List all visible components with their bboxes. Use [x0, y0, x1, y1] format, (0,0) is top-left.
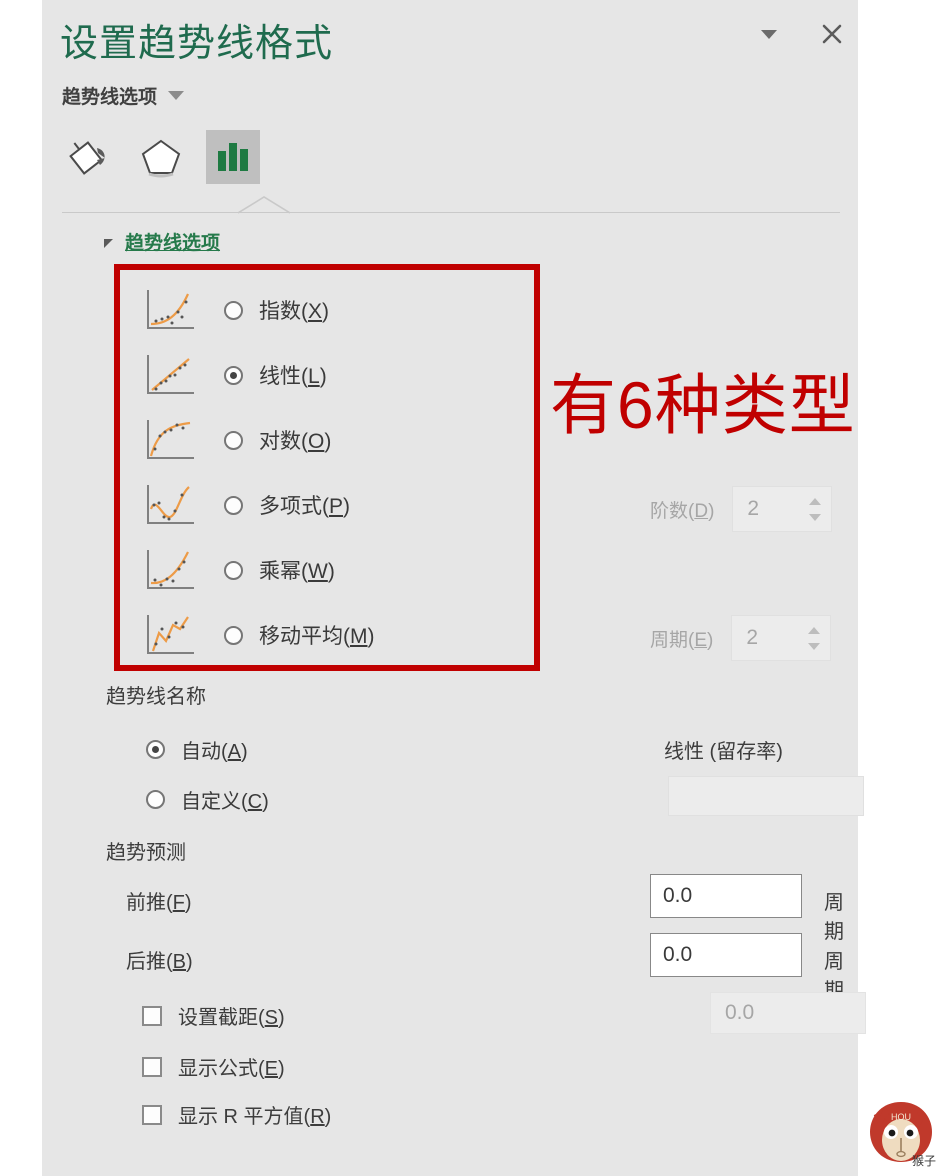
checkbox-row-display-equation[interactable]: 显示公式(E)	[142, 1052, 285, 1081]
label-display-r-squared: 显示 R 平方值(R)	[178, 1106, 332, 1128]
chevron-down-icon	[808, 642, 821, 650]
checkbox-set-intercept[interactable]	[142, 1005, 162, 1026]
period-label: 周期(E)	[650, 629, 714, 651]
trendline-name-auto-row[interactable]: 自动(A)	[146, 735, 248, 764]
chevron-up-icon	[809, 497, 822, 505]
order-value: 2	[747, 497, 760, 520]
label-moving-average: 移动平均(M)	[259, 625, 375, 648]
radio-name-auto[interactable]	[146, 740, 165, 759]
order-stepper: 2	[732, 486, 833, 532]
auto-name-value: 线性 (留存率)	[664, 741, 783, 763]
watermark-top-text: HOU	[891, 1112, 911, 1122]
monkey-watermark-icon: HOU 猴子	[870, 1102, 936, 1168]
pane-subtitle-label: 趋势线选项	[62, 87, 158, 108]
chevron-down-icon[interactable]	[758, 23, 780, 45]
custom-name-input	[668, 776, 864, 816]
chevron-down-icon	[168, 91, 185, 100]
power-curve-thumb	[147, 550, 194, 589]
radio-linear[interactable]	[224, 365, 243, 385]
trendline-options-section-header[interactable]: 趋势线选项	[104, 228, 220, 255]
trendline-type-exponential[interactable]: 指数(X)	[142, 282, 329, 338]
triangle-collapse-icon	[104, 239, 113, 248]
pane-icon-tabs	[62, 130, 260, 184]
label-exponential: 指数(X)	[259, 300, 330, 323]
trendline-name-group-label: 趋势线名称	[106, 686, 206, 708]
watermark-caption: 猴子	[912, 1154, 936, 1168]
trendline-name-custom-row[interactable]: 自定义(C)	[146, 785, 269, 814]
paint-bucket-icon	[69, 141, 105, 175]
radio-logarithmic[interactable]	[224, 430, 243, 450]
pane-title-buttons	[758, 22, 844, 46]
checkbox-display-r-squared[interactable]	[142, 1104, 162, 1125]
format-trendline-pane: 设置趋势线格式 趋势线选项 趋势线选项 有6种类型 指数(X) 线性(L) 对数…	[42, 0, 866, 1176]
trendline-type-logarithmic[interactable]: 对数(O)	[142, 412, 331, 468]
chevron-up-icon	[808, 626, 821, 634]
radio-exponential[interactable]	[224, 300, 243, 320]
trendline-options-dropdown[interactable]: 趋势线选项	[62, 82, 185, 109]
label-linear: 线性(L)	[259, 365, 327, 388]
label-polynomial: 多项式(P)	[259, 495, 351, 518]
forecast-backward-label: 后推(B)	[126, 951, 193, 973]
checkbox-row-set-intercept[interactable]: 设置截距(S)	[142, 1001, 285, 1030]
checkbox-display-equation[interactable]	[142, 1056, 162, 1077]
label-logarithmic: 对数(O)	[259, 430, 332, 453]
order-stepper-arrows	[809, 487, 822, 531]
selected-tab-notch	[238, 196, 290, 214]
polynomial-curve-thumb	[147, 485, 194, 524]
tab-fill-and-line[interactable]	[62, 130, 116, 184]
checkbox-row-display-r-squared[interactable]: 显示 R 平方值(R)	[142, 1100, 331, 1129]
label-name-custom: 自定义(C)	[181, 791, 269, 813]
close-icon[interactable]	[820, 22, 844, 46]
order-label: 阶数(D)	[650, 500, 715, 522]
logarithmic-curve-thumb	[147, 420, 194, 459]
pentagon-effects-icon	[141, 139, 181, 178]
label-display-equation: 显示公式(E)	[178, 1058, 285, 1080]
intercept-value: 0.0	[725, 1001, 755, 1024]
linear-line-thumb	[147, 355, 194, 394]
period-spinner-group: 周期(E) 2	[650, 615, 832, 661]
label-power: 乘幂(W)	[259, 560, 335, 583]
period-stepper: 2	[731, 615, 832, 661]
forecast-forward-label: 前推(F)	[126, 892, 192, 914]
forecast-forward-input[interactable]: 0.0	[650, 874, 802, 918]
radio-polynomial[interactable]	[224, 495, 243, 515]
tab-trendline-options[interactable]	[206, 130, 260, 184]
trendline-type-polynomial[interactable]: 多项式(P)	[142, 477, 350, 533]
period-stepper-arrows	[808, 616, 821, 660]
tab-effects[interactable]	[134, 130, 188, 184]
label-set-intercept: 设置截距(S)	[178, 1007, 285, 1029]
label-name-auto: 自动(A)	[181, 741, 248, 763]
forecast-backward-input[interactable]: 0.0	[650, 933, 802, 977]
radio-power[interactable]	[224, 560, 243, 580]
exponential-curve-thumb	[147, 290, 194, 329]
trendline-type-power[interactable]: 乘幂(W)	[142, 542, 335, 598]
forecast-backward-value: 0.0	[663, 943, 693, 966]
intercept-value-input: 0.0	[710, 992, 866, 1034]
forecast-group-label: 趋势预测	[106, 842, 186, 864]
moving-average-thumb	[147, 615, 194, 654]
order-spinner-group: 阶数(D) 2	[650, 486, 833, 532]
forecast-forward-unit: 周期	[824, 892, 844, 943]
trendline-type-moving-average[interactable]: 移动平均(M)	[142, 607, 375, 663]
radio-moving-average[interactable]	[224, 625, 243, 645]
chevron-down-icon	[809, 513, 822, 521]
bar-chart-icon	[218, 143, 248, 171]
period-value: 2	[746, 626, 759, 649]
page-title: 设置趋势线格式	[60, 23, 334, 65]
forecast-forward-value: 0.0	[663, 884, 693, 907]
radio-name-custom[interactable]	[146, 790, 165, 809]
annotation-text: 有6种类型	[550, 368, 856, 442]
section-heading-label: 趋势线选项	[125, 233, 221, 254]
tab-separator	[62, 212, 840, 213]
trendline-type-linear[interactable]: 线性(L)	[142, 347, 327, 403]
